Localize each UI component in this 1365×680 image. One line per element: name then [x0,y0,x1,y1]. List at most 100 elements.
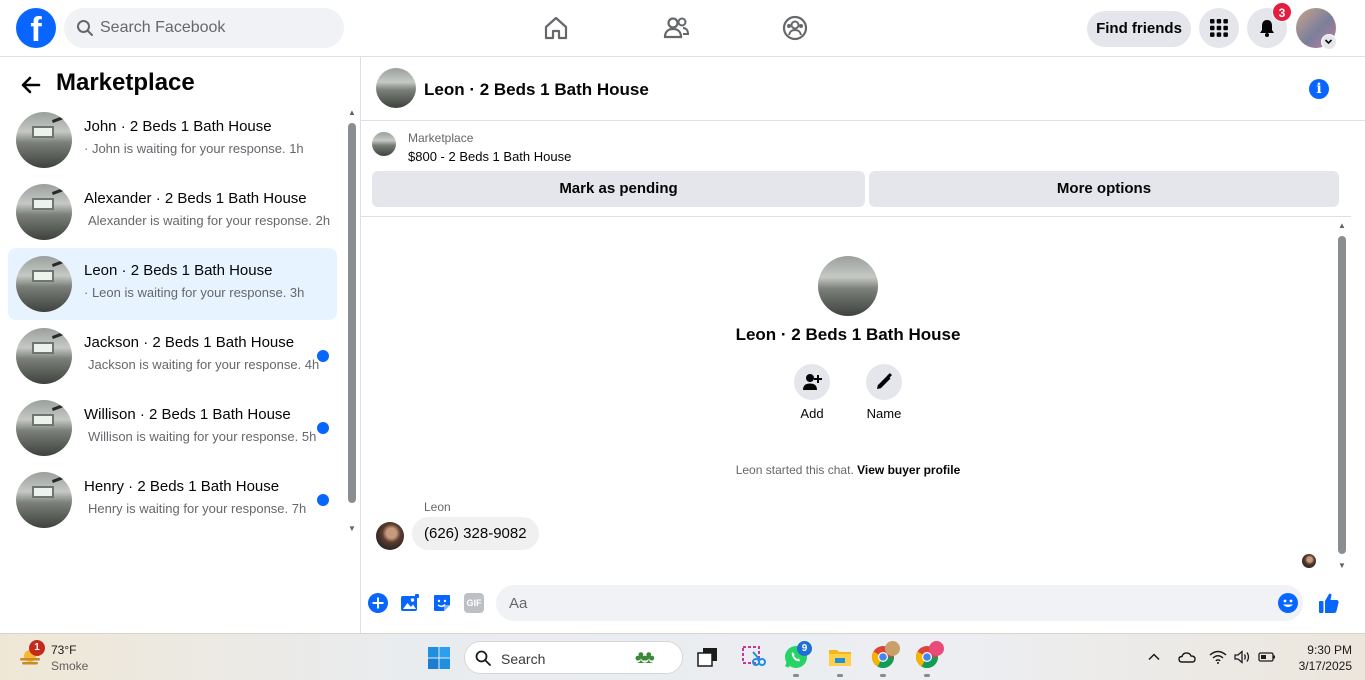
edit-name-button[interactable] [866,364,902,400]
clock-time[interactable]: 9:30 PM [1296,643,1352,657]
listing-thumbnail[interactable] [372,132,396,156]
running-indicator [793,674,799,677]
thread-title: Alexander · 2 Beds 1 Bath House [84,190,307,207]
add-person-button[interactable] [794,364,830,400]
emoji-icon[interactable] [1278,593,1298,613]
thread-subtitle: Alexander is waiting for your response. … [88,213,331,228]
unread-dot [317,422,329,434]
scroll-down-icon[interactable]: ▼ [1337,562,1347,570]
thread-title: Leon · 2 Beds 1 Bath House [84,262,273,279]
weather-description[interactable]: Smoke [51,659,88,673]
profile-avatar[interactable] [818,256,878,316]
thread-item-john[interactable]: John · 2 Beds 1 Bath House · John is wai… [8,104,337,176]
listing-summary: Marketplace $800 - 2 Beds 1 Bath House M… [361,121,1351,217]
taskbar-search-label: Search [501,651,546,667]
listing-price[interactable]: $800 - 2 Beds 1 Bath House [408,149,571,164]
listing-thumbnail [16,256,72,312]
windows-taskbar: 1 73°F Smoke Search ♣♣ 9 9:30 PM 3/17/20… [0,633,1365,680]
snipping-tool-icon[interactable] [740,644,766,670]
scrollbar-thumb[interactable] [1338,236,1346,554]
onedrive-cloud-icon[interactable] [1178,650,1196,664]
windows-start-icon[interactable] [427,646,451,670]
chat-avatar[interactable] [376,68,416,108]
listing-thumbnail [16,112,72,168]
chat-header: Leon · 2 Beds 1 Bath House i [361,57,1365,121]
sender-avatar[interactable] [376,522,404,550]
chat-scrollbar[interactable]: ▲ ▼ [1337,222,1347,572]
gif-icon[interactable]: GIF [464,593,484,613]
chevron-down-icon[interactable] [1321,34,1337,50]
thread-subtitle: · John is waiting for your response. 1h [84,141,304,156]
add-action[interactable]: Add [782,364,842,421]
photo-icon[interactable] [400,593,420,613]
thread-item-jackson[interactable]: Jackson · 2 Beds 1 Bath House Jackson is… [8,320,337,392]
weather-temperature[interactable]: 73°F [51,643,76,657]
sender-name: Leon [424,500,451,514]
clock-date[interactable]: 3/17/2025 [1286,659,1352,673]
scroll-up-icon[interactable]: ▲ [1337,222,1347,230]
sticker-icon[interactable] [432,593,452,613]
scroll-down-icon[interactable]: ▼ [347,525,357,533]
info-icon[interactable]: i [1309,79,1329,99]
message-bubble[interactable]: (626) 328-9082 [412,517,539,550]
search-icon [475,650,491,666]
more-options-button[interactable]: More options [869,171,1339,207]
thread-item-leon[interactable]: Leon · 2 Beds 1 Bath House · Leon is wai… [8,248,337,320]
file-explorer-icon[interactable] [827,644,853,670]
chat-started-notice: Leon started this chat. View buyer profi… [361,463,1335,477]
notification-badge: 3 [1272,2,1292,22]
profile-title: Leon · 2 Beds 1 Bath House [735,325,961,344]
search-box[interactable] [64,8,344,48]
pencil-icon [877,373,892,389]
groups-icon[interactable] [781,14,809,42]
seen-receipt-avatar [1302,554,1316,568]
search-input[interactable] [100,8,330,48]
thread-subtitle: Jackson is waiting for your response. 4h [88,357,320,372]
name-label: Name [866,406,902,421]
taskbar-search[interactable]: Search ♣♣ [464,641,683,674]
name-action[interactable]: Name [854,364,914,421]
search-icon [77,20,93,36]
chat-title[interactable]: Leon · 2 Beds 1 Bath House [424,80,649,100]
whatsapp-badge: 9 [797,641,812,656]
friends-icon[interactable] [662,14,690,42]
thread-item-henry[interactable]: Henry · 2 Beds 1 Bath House Henry is wai… [8,464,337,536]
battery-icon[interactable] [1258,650,1276,664]
scroll-up-icon[interactable]: ▲ [347,109,357,117]
thread-item-willison[interactable]: Willison · 2 Beds 1 Bath House Willison … [8,392,337,464]
scrollbar-thumb[interactable] [348,123,356,503]
message-input[interactable] [496,585,1303,621]
chrome-profile-badge [885,641,900,656]
facebook-logo[interactable]: f [16,8,56,48]
listing-thumbnail [16,472,72,528]
menu-button[interactable] [1199,8,1239,48]
like-thumb-icon[interactable] [1317,591,1341,615]
thread-item-alexander[interactable]: Alexander · 2 Beds 1 Bath House Alexande… [8,176,337,248]
mark-as-pending-button[interactable]: Mark as pending [372,171,865,207]
message-composer: GIF [361,580,1365,633]
thread-title: Willison · 2 Beds 1 Bath House [84,406,291,423]
volume-icon[interactable] [1234,650,1252,664]
thread-title: Henry · 2 Beds 1 Bath House [84,478,280,495]
chevron-up-icon[interactable] [1147,650,1161,664]
back-arrow-icon[interactable] [20,74,42,96]
task-view-icon[interactable] [695,644,721,670]
message-area: Leon · 2 Beds 1 Bath House Add Name Leon… [361,217,1351,580]
home-icon[interactable] [542,14,570,42]
listing-thumbnail [16,184,72,240]
view-buyer-profile-link[interactable]: View buyer profile [857,463,960,477]
thread-title: John · 2 Beds 1 Bath House [84,118,272,135]
menu-grid-icon [1210,19,1228,37]
running-indicator [880,674,886,677]
unread-dot [317,350,329,362]
wifi-icon[interactable] [1209,650,1227,664]
top-navigation-bar: f Find friends 3 [0,0,1365,57]
thread-title: Jackson · 2 Beds 1 Bath House [84,334,295,351]
sidebar-scrollbar[interactable]: ▲ ▼ [347,109,357,533]
unread-dot [317,494,329,506]
thread-subtitle: · Leon is waiting for your response. 3h [84,285,305,300]
find-friends-button[interactable]: Find friends [1087,11,1191,47]
listing-category: Marketplace [408,131,474,145]
marketplace-sidebar: Marketplace John · 2 Beds 1 Bath House ·… [0,57,361,633]
plus-circle-icon[interactable] [368,593,388,613]
